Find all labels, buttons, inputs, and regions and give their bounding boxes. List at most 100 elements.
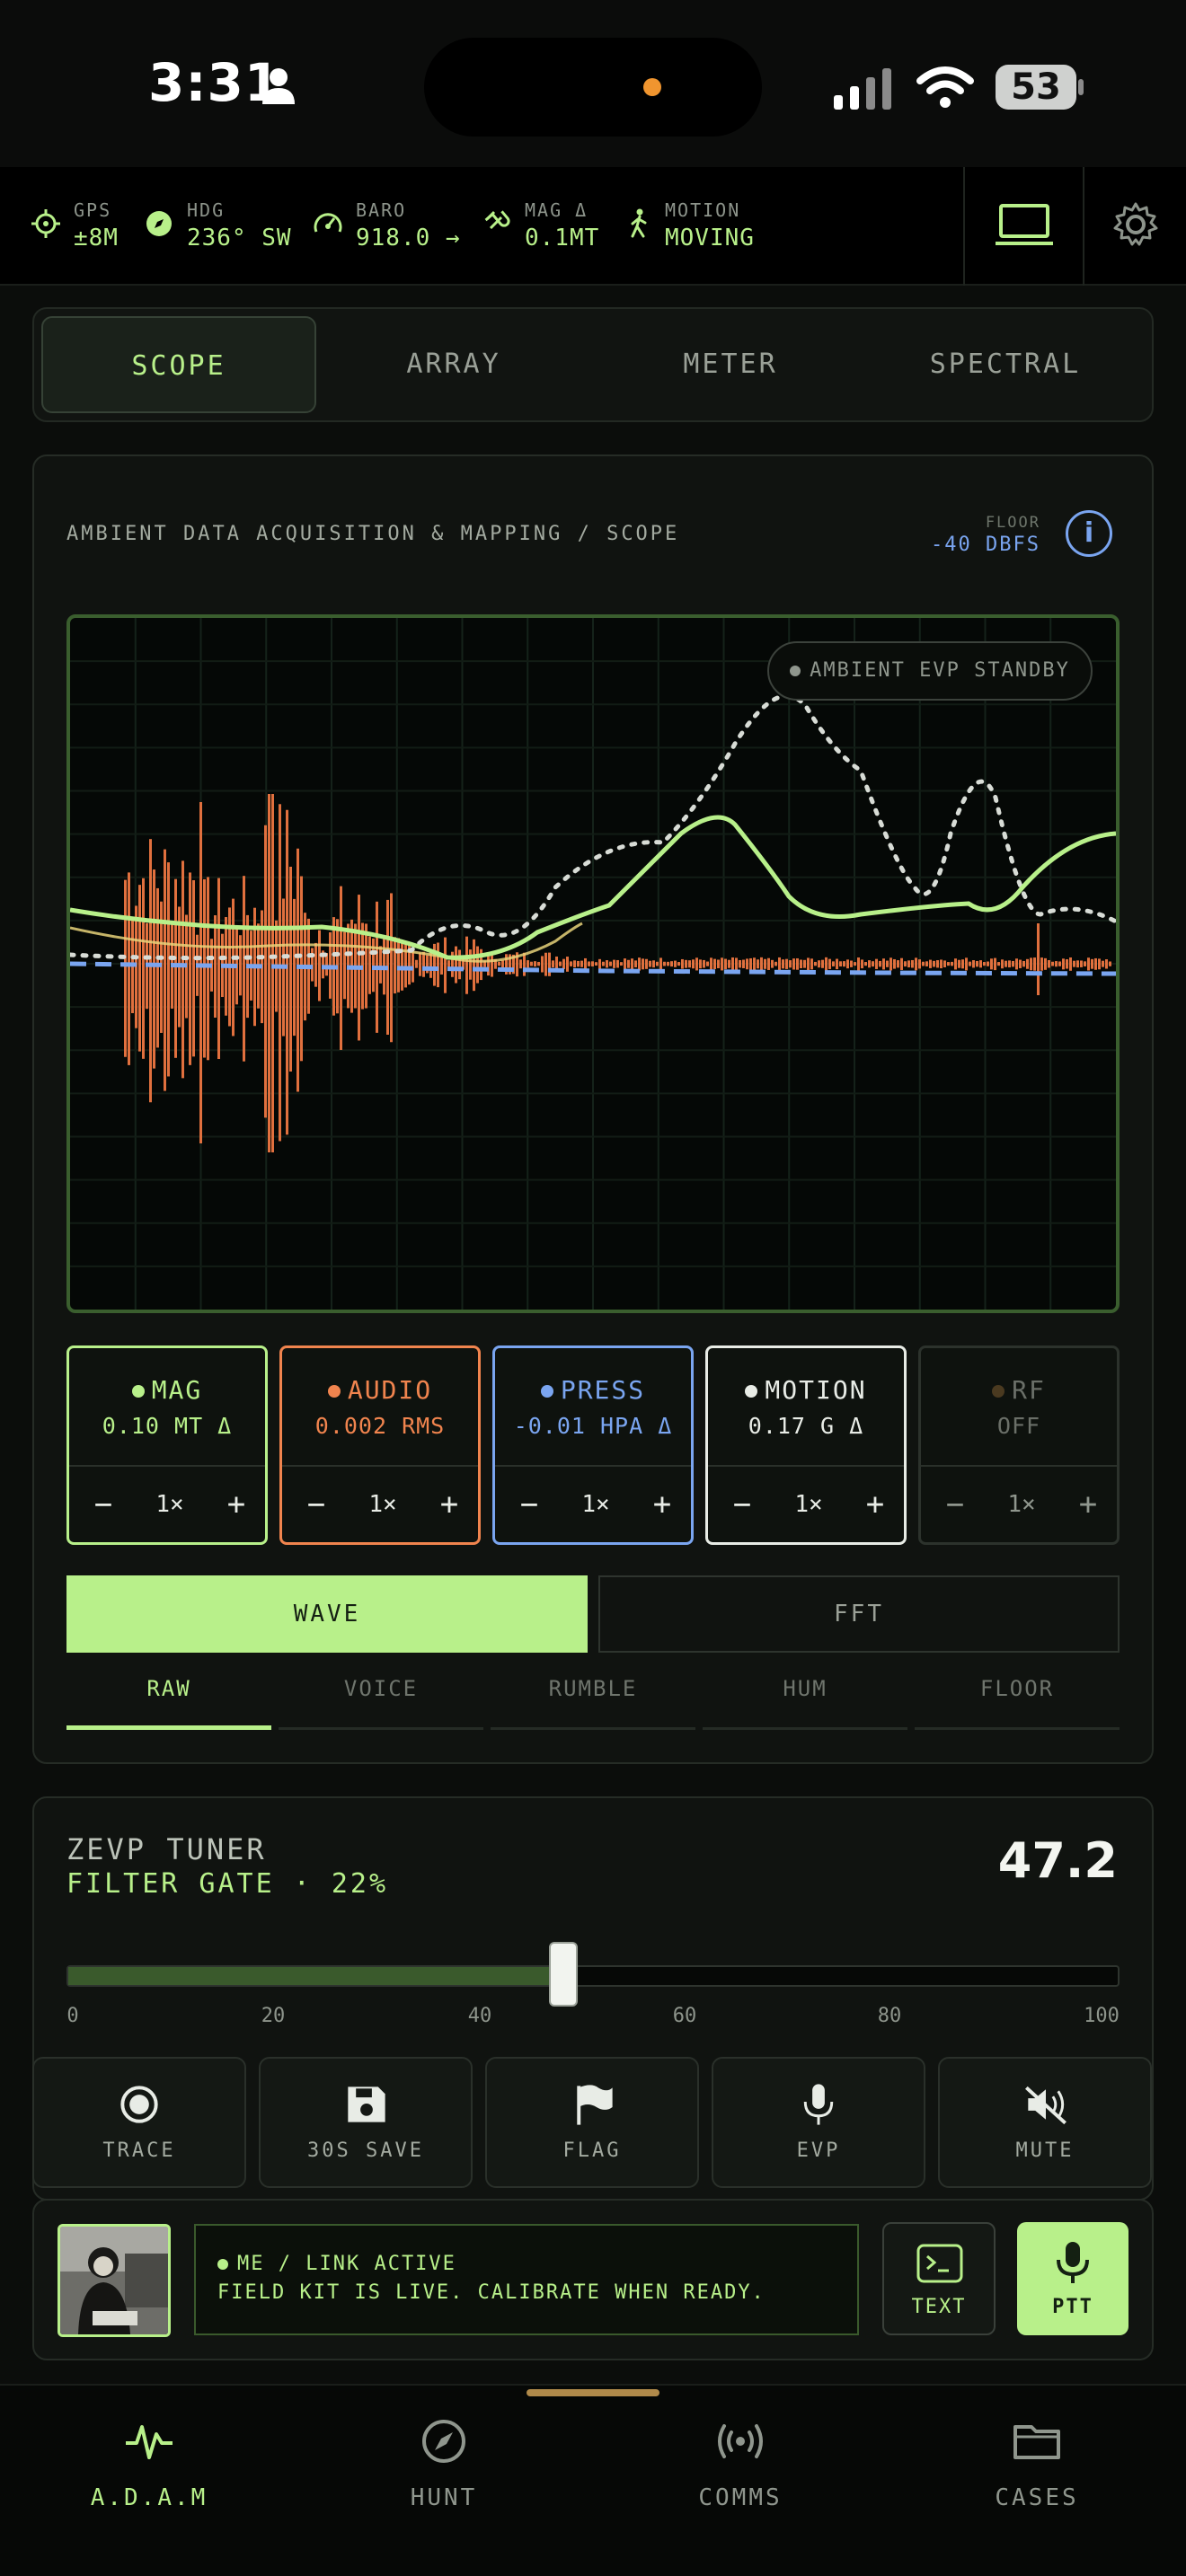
gain-increase-button[interactable]: + xyxy=(431,1486,467,1522)
tuner-slider-thumb[interactable] xyxy=(549,1942,579,2007)
audio-bar xyxy=(501,960,504,968)
audio-bar xyxy=(616,959,619,968)
channel-card-audio[interactable]: AUDIO 0.002 RMS − 1× + xyxy=(279,1345,481,1545)
gain-increase-button[interactable]: + xyxy=(644,1486,680,1522)
mute-button[interactable]: MUTE xyxy=(938,2057,1152,2188)
channel-card-rf[interactable]: RF OFF − 1× + xyxy=(918,1345,1120,1545)
nav-adam[interactable]: A.D.A.M xyxy=(50,2404,248,2520)
audio-bar xyxy=(976,960,978,967)
info-button[interactable]: i xyxy=(1066,510,1112,557)
audio-bar xyxy=(907,960,910,968)
audio-bar xyxy=(189,872,191,1065)
audio-bar xyxy=(818,960,820,968)
slider-tick: 20 xyxy=(261,2005,286,2027)
tab-scope[interactable]: SCOPE xyxy=(41,316,316,413)
channel-dot xyxy=(540,1385,553,1398)
nav-cases[interactable]: CASES xyxy=(938,2404,1136,2520)
flag-button[interactable]: FLAG xyxy=(485,2057,699,2188)
nav-label: HUNT xyxy=(410,2484,478,2511)
filter-voice[interactable]: VOICE xyxy=(279,1676,483,1730)
audio-bar xyxy=(527,960,529,968)
audio-bar xyxy=(839,961,842,967)
audio-bar xyxy=(1066,959,1068,969)
audio-bar xyxy=(825,957,828,971)
gain-decrease-button[interactable]: − xyxy=(85,1486,121,1522)
gain-decrease-button[interactable]: − xyxy=(937,1486,973,1522)
gain-increase-button[interactable]: + xyxy=(218,1486,254,1522)
filter-rumble[interactable]: RUMBLE xyxy=(491,1676,695,1730)
tuner-subtitle: FILTER GATE · 22% xyxy=(66,1868,389,1900)
audio-bar xyxy=(1033,957,1036,971)
audio-bar xyxy=(1026,958,1029,969)
fft-mode-button[interactable]: FFT xyxy=(598,1575,1120,1653)
audio-bar xyxy=(609,961,612,966)
audio-bar xyxy=(670,961,673,967)
channel-divider xyxy=(69,1465,265,1467)
gain-value: 1× xyxy=(794,1491,823,1518)
gain-decrease-button[interactable]: − xyxy=(724,1486,760,1522)
gain-decrease-button[interactable]: − xyxy=(511,1486,547,1522)
audio-bar xyxy=(1080,960,1083,967)
tab-array[interactable]: ARRAY xyxy=(316,316,591,413)
audio-bar xyxy=(124,879,127,1057)
channel-card-press[interactable]: PRESS -0.01 HPA Δ − 1× + xyxy=(492,1345,694,1545)
audio-bar xyxy=(1069,957,1072,971)
sensor-heading: HDG 236° SW xyxy=(187,199,292,251)
laptop-icon[interactable] xyxy=(996,203,1053,248)
audio-bar xyxy=(807,957,810,971)
channel-name: MAG xyxy=(69,1375,265,1405)
wave-mode-button[interactable]: WAVE xyxy=(66,1575,588,1653)
audio-bar xyxy=(1022,960,1025,967)
audio-bar xyxy=(142,878,145,1059)
compass-icon xyxy=(422,2420,465,2463)
gain-decrease-button[interactable]: − xyxy=(298,1486,334,1522)
audio-bar xyxy=(757,959,759,969)
audio-bar xyxy=(965,957,968,971)
operator-avatar[interactable] xyxy=(58,2224,171,2337)
push-to-talk-button[interactable]: PTT xyxy=(1017,2222,1128,2335)
nav-hunt[interactable]: HUNT xyxy=(345,2404,543,2520)
audio-bar xyxy=(394,937,396,994)
tab-meter[interactable]: METER xyxy=(593,316,868,413)
text-button[interactable]: TEXT xyxy=(882,2222,996,2335)
audio-bar xyxy=(156,887,159,1048)
save-icon xyxy=(348,2086,385,2122)
gain-increase-button[interactable]: + xyxy=(857,1486,893,1522)
filter-hum[interactable]: HUM xyxy=(703,1676,907,1730)
audio-bar xyxy=(1098,958,1101,970)
audio-bar xyxy=(850,960,853,967)
gain-increase-button[interactable]: + xyxy=(1070,1486,1106,1522)
audio-bar xyxy=(1015,958,1018,970)
save-30s-button[interactable]: 30S SAVE xyxy=(259,2057,473,2188)
audio-bar xyxy=(1040,957,1043,971)
filter-raw[interactable]: RAW xyxy=(66,1676,271,1730)
text-button-label: TEXT xyxy=(911,2296,967,2318)
trace-button[interactable]: TRACE xyxy=(32,2057,246,2188)
audio-bar xyxy=(1030,957,1032,971)
audio-bar xyxy=(293,898,296,1037)
audio-bar xyxy=(990,958,993,970)
audio-bar xyxy=(1087,957,1090,971)
audio-bar xyxy=(983,962,986,966)
filter-floor[interactable]: FLOOR xyxy=(915,1676,1120,1730)
audio-bar xyxy=(685,959,687,968)
tab-spectral[interactable]: SPECTRAL xyxy=(868,316,1143,413)
waveform-plot xyxy=(70,618,1116,1310)
audio-bar xyxy=(1109,961,1111,966)
gear-icon[interactable] xyxy=(1112,201,1159,248)
channel-card-motion[interactable]: MOTION 0.17 G Δ − 1× + xyxy=(705,1345,907,1545)
audio-bar xyxy=(997,962,1000,966)
channel-name: RF xyxy=(921,1375,1117,1405)
tuner-slider-fill xyxy=(68,1967,564,1985)
message-box xyxy=(194,2224,859,2335)
audio-bar xyxy=(1062,958,1065,970)
person-icon xyxy=(262,68,295,104)
nav-comms[interactable]: COMMS xyxy=(642,2404,839,2520)
audio-bar xyxy=(771,959,774,968)
audio-bar xyxy=(774,961,777,966)
channel-card-mag[interactable]: MAG 0.10 MT Δ − 1× + xyxy=(66,1345,268,1545)
channel-name: PRESS xyxy=(495,1375,691,1405)
audio-bar xyxy=(311,948,314,982)
evp-label: EVP xyxy=(796,2139,841,2162)
evp-button[interactable]: EVP xyxy=(712,2057,925,2188)
